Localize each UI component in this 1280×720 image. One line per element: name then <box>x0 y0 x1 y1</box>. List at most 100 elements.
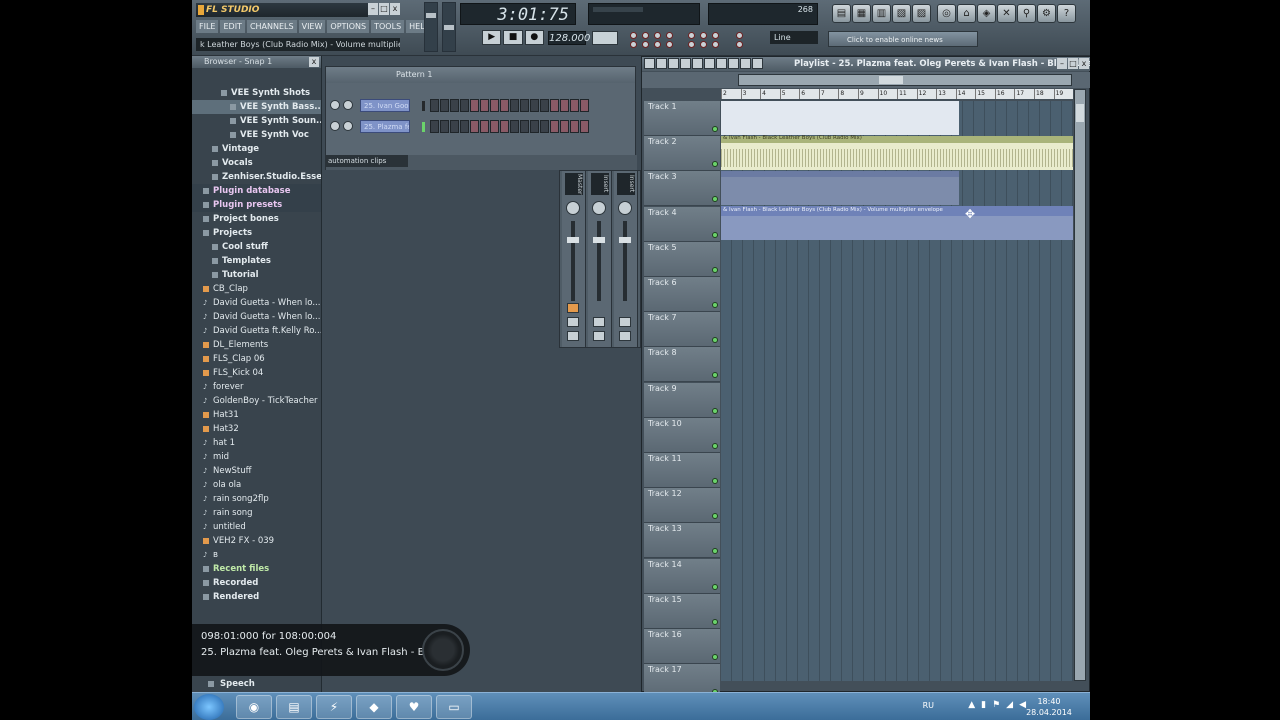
track-mute-led[interactable] <box>712 478 718 484</box>
browser-item[interactable]: Projects <box>192 226 321 240</box>
time-display[interactable]: 3:01:75 <box>460 3 576 25</box>
browser-item[interactable]: Rendered <box>192 590 321 604</box>
browser-item[interactable]: Cool stuff <box>192 240 321 254</box>
route-button[interactable] <box>567 331 579 341</box>
led-icon[interactable] <box>666 32 673 39</box>
browser-item[interactable]: Zenhiser.Studio.Esse... <box>192 170 321 184</box>
track-header[interactable]: Track 7 <box>644 312 720 348</box>
pan-knob-icon[interactable] <box>618 201 632 215</box>
master-volume-slider[interactable] <box>424 2 438 52</box>
search-icon[interactable]: ⚲ <box>1017 4 1036 23</box>
track-header[interactable]: Track 4 <box>644 206 720 242</box>
solo-button[interactable] <box>567 317 579 327</box>
tools-icon[interactable]: ✕ <box>997 4 1016 23</box>
channel-select-led[interactable] <box>422 122 425 132</box>
channel-name-button[interactable]: 25. Ivan Goo... <box>360 99 410 112</box>
browser-item[interactable]: FLS_Clap 06 <box>192 352 321 366</box>
select-icon[interactable] <box>728 58 739 69</box>
explorer-icon[interactable]: ▤ <box>276 695 312 719</box>
track-header[interactable]: Track 6 <box>644 277 720 312</box>
track-header[interactable]: Track 9 <box>644 382 720 418</box>
language-indicator[interactable]: RU <box>923 701 934 710</box>
menu-edit[interactable]: EDIT <box>220 20 245 33</box>
online-news-button[interactable]: Click to enable online news <box>828 31 978 47</box>
track-header[interactable]: Track 12 <box>644 488 720 524</box>
up-arrow-icon[interactable]: ▲ <box>968 700 975 710</box>
track-mute-led[interactable] <box>712 548 718 555</box>
led-icon[interactable] <box>654 32 661 39</box>
led-icon[interactable] <box>630 32 637 39</box>
browser-item[interactable]: ♪ rain song <box>192 506 321 520</box>
audio-clip[interactable]: & Ivan Flash - Black Leather Boys (Club … <box>721 135 1073 170</box>
browser-item[interactable]: ♪ David Guetta - When lo... <box>192 296 321 310</box>
track-mute-led[interactable] <box>712 337 718 344</box>
pan-knob-icon[interactable] <box>592 201 606 215</box>
pan-knob-icon[interactable] <box>343 121 353 131</box>
browser-item[interactable]: CB_Clap <box>192 282 321 296</box>
browser-item[interactable]: ♪ David Guetta - When lo... <box>192 310 321 324</box>
mixer-shortcut-icon[interactable]: ▨ <box>912 4 931 23</box>
pattern-name[interactable]: Pattern 1 <box>396 70 432 79</box>
track-mute-led[interactable] <box>712 618 718 625</box>
scroll-thumb[interactable] <box>879 76 903 84</box>
led-icon[interactable] <box>642 41 649 48</box>
app-icon[interactable]: ▭ <box>436 695 472 719</box>
track-mute-led[interactable] <box>712 442 718 449</box>
browser-item[interactable]: VEE Synth Bass... <box>192 100 321 114</box>
led-icon[interactable] <box>688 41 695 48</box>
led-icon[interactable] <box>630 41 637 48</box>
browser-item[interactable]: ♪ в <box>192 548 321 562</box>
browser-item[interactable]: Hat32 <box>192 422 321 436</box>
menu-view[interactable]: VIEW <box>298 20 326 33</box>
pencil-icon[interactable] <box>668 58 679 69</box>
track-mute-led[interactable] <box>712 196 718 203</box>
scroll-thumb[interactable] <box>1076 104 1084 122</box>
led-icon[interactable] <box>688 32 695 39</box>
browser-item[interactable]: Plugin presets <box>192 198 321 212</box>
volume-fader[interactable] <box>597 221 601 301</box>
start-button[interactable] <box>194 694 224 720</box>
browser-item[interactable]: DL_Elements <box>192 338 321 352</box>
fader-handle[interactable] <box>619 237 631 243</box>
volume-fader[interactable] <box>571 221 575 301</box>
record-button[interactable]: ● <box>524 30 544 45</box>
browser-item[interactable]: VEH2 FX - 039 <box>192 534 321 548</box>
automation-clip[interactable]: & Ivan Flash - Black Leather Boys (Club … <box>721 206 1073 240</box>
browser-item[interactable]: ♪ forever <box>192 380 321 394</box>
horizontal-scrollbar[interactable] <box>738 74 1072 86</box>
solo-button[interactable] <box>619 317 631 327</box>
led-icon[interactable] <box>712 32 719 39</box>
network-icon[interactable]: ▮ <box>981 700 986 710</box>
route-button[interactable] <box>593 331 605 341</box>
browser-item[interactable]: ♪ untitled <box>192 520 321 534</box>
led-icon[interactable] <box>666 41 673 48</box>
track-mute-led[interactable] <box>712 407 718 414</box>
tempo-display[interactable]: 128.000 <box>548 31 590 45</box>
track-header[interactable]: Track 8 <box>644 347 720 383</box>
track-header[interactable]: Track 10 <box>644 417 720 453</box>
browser-item[interactable]: Project bones <box>192 212 321 226</box>
playlist-lanes[interactable]: & Ivan Flash - Black Leather Boys (Club … <box>721 101 1073 681</box>
minimize-button[interactable]: – <box>1057 58 1067 69</box>
pianoroll-shortcut-icon[interactable]: ▥ <box>872 4 891 23</box>
led-icon[interactable] <box>700 41 707 48</box>
track-header[interactable]: Track 2 <box>644 136 720 172</box>
track-header[interactable]: Track 15 <box>644 593 720 629</box>
browser-item[interactable]: Vocals <box>192 156 321 170</box>
menu-file[interactable]: FILE <box>196 20 219 33</box>
track-mute-led[interactable] <box>712 583 718 590</box>
led-icon[interactable] <box>712 41 719 48</box>
track-header[interactable]: Track 11 <box>644 453 720 488</box>
maximize-button[interactable]: □ <box>379 3 389 15</box>
automation-clips-label[interactable]: automation clips <box>326 155 408 167</box>
options-icon[interactable]: ⚙ <box>1037 4 1056 23</box>
track-mute-led[interactable] <box>712 654 718 660</box>
browser-close-button[interactable]: x <box>309 57 319 67</box>
pan-knob-icon[interactable] <box>343 100 353 110</box>
save-icon[interactable]: ⌂ <box>957 4 976 23</box>
snap-selector[interactable]: Line <box>770 31 818 44</box>
app-icon[interactable]: ♥ <box>396 695 432 719</box>
flag-icon[interactable]: ⚑ <box>992 700 1000 710</box>
cpu-icon[interactable]: ◎ <box>937 4 956 23</box>
pattern-clip[interactable] <box>721 171 959 205</box>
